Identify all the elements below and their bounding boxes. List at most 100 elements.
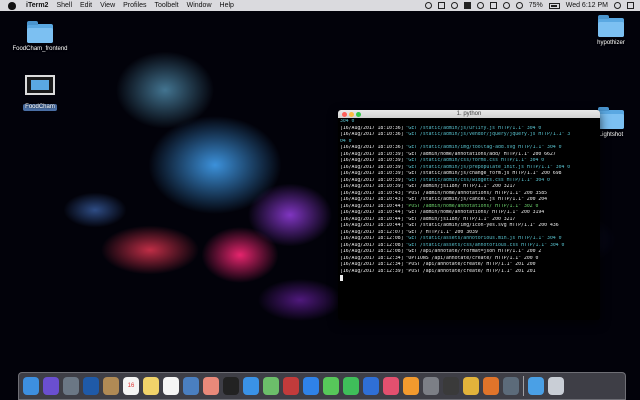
system-preferences-icon[interactable] <box>423 377 439 395</box>
battery-icon[interactable] <box>548 2 560 9</box>
zoom-button[interactable] <box>356 111 361 117</box>
maps-icon[interactable] <box>263 377 279 395</box>
terminal-icon[interactable] <box>223 377 239 395</box>
calendar-icon[interactable]: 16 <box>123 377 139 395</box>
log-request: "GET /static/admin/img/tooltag-add.svg H… <box>405 145 562 150</box>
log-request: "GET /admin/jsi18n/ HTTP/1.1" 200 3217 <box>405 184 516 189</box>
battery-percent[interactable]: 75% <box>529 0 543 11</box>
status-item-icon[interactable] <box>476 2 484 9</box>
photos-icon[interactable] <box>203 377 219 395</box>
launchpad-icon[interactable] <box>63 377 79 395</box>
menu-edit[interactable]: Edit <box>76 0 96 11</box>
log-timestamp: [16/Aug/2017 18:10:39] <box>340 184 404 189</box>
log-timestamp: [16/Aug/2017 18:10:36] <box>340 125 404 131</box>
menu-window[interactable]: Window <box>183 0 216 11</box>
itunes-icon[interactable] <box>383 377 399 395</box>
desktop-item-label: FoodCham <box>23 104 57 111</box>
terminal-window[interactable]: 1. python 304 0 [16/Aug/2017 18:10:36] "GE… <box>338 110 600 320</box>
folder-icon <box>598 15 624 37</box>
log-timestamp: [16/Aug/2017 18:10:44] <box>340 210 404 215</box>
desktop-item-label: FoodCham_frontend <box>12 46 68 52</box>
log-timestamp: [16/Aug/2017 18:10:44] <box>340 216 404 222</box>
log-request: "GET /static/admin/css/forms.css HTTP/1.… <box>405 158 545 163</box>
dock-separator <box>523 376 524 396</box>
desktop-item-foodcham-frontend[interactable]: FoodCham_frontend <box>12 21 68 53</box>
log-timestamp: [16/Aug/2017 18:10:36] <box>340 132 404 137</box>
finder-icon[interactable] <box>23 377 39 395</box>
notes-icon[interactable] <box>143 377 159 395</box>
log-request: "POST /admin/home/annotations/ HTTP/1.1"… <box>405 190 548 196</box>
app-menu[interactable]: iTerm2 <box>22 0 52 11</box>
terminal-title-bar[interactable]: 1. python <box>338 110 600 118</box>
menu-help[interactable]: Help <box>216 0 238 11</box>
folder-icon <box>598 107 624 129</box>
log-timestamp: [16/Aug/2017 18:12:08] <box>340 236 404 241</box>
minimize-button[interactable] <box>349 111 354 117</box>
log-request: "GET /static/admin/js/cancel.js HTTP/1.1… <box>405 197 548 202</box>
app-store-icon[interactable] <box>303 377 319 395</box>
menu-bar: iTerm2 Shell Edit View Profiles Toolbelt… <box>0 0 640 11</box>
log-request: "GET /static/admin/js/urlify.js HTTP/1.1… <box>405 125 542 131</box>
facetime-icon[interactable] <box>343 377 359 395</box>
status-item-icon[interactable] <box>424 2 432 9</box>
close-button[interactable] <box>342 111 347 117</box>
log-request: "GET / HTTP/1.1" 200 3039 <box>405 229 478 235</box>
desktop-item-hypothizer[interactable]: hypothizer <box>583 15 639 47</box>
safari-icon-alt[interactable] <box>83 377 99 395</box>
contacts-icon[interactable] <box>103 377 119 395</box>
menu-toolbelt[interactable]: Toolbelt <box>150 0 182 11</box>
sublime-text-icon[interactable] <box>483 377 499 395</box>
ibooks-icon[interactable] <box>403 377 419 395</box>
log-timestamp: [16/Aug/2017 18:10:39] <box>340 158 404 163</box>
keynote-icon[interactable] <box>363 377 379 395</box>
menu-shell[interactable]: Shell <box>52 0 76 11</box>
safari-icon[interactable] <box>243 377 259 395</box>
downloads-folder-icon[interactable] <box>528 377 544 395</box>
log-request: "POST /admin/home/annotations/ HTTP/1.1"… <box>405 203 539 209</box>
log-timestamp: [16/Aug/2017 18:12:07] <box>340 229 404 235</box>
airplay-icon[interactable] <box>489 2 497 9</box>
log-request: "GET /admin/home/annotations/add/ HTTP/1… <box>405 151 556 157</box>
text-cursor <box>340 275 343 281</box>
log-request: "OPTIONS /api/annotate/create/ HTTP/1.1"… <box>405 255 539 261</box>
utility-icon[interactable] <box>503 377 519 395</box>
log-timestamp: [16/Aug/2017 18:10:39] <box>340 171 404 176</box>
photo-booth-icon[interactable] <box>283 377 299 395</box>
dock: 16 <box>18 372 626 400</box>
log-request: "GET /static/admin/css/widgets.css HTTP/… <box>405 177 550 183</box>
status-item-icon[interactable] <box>437 2 445 9</box>
log-timestamp: [16/Aug/2017 18:12:34] <box>340 255 404 261</box>
apple-menu-icon[interactable] <box>8 1 16 10</box>
notification-center-icon[interactable] <box>627 2 634 9</box>
siri-icon[interactable] <box>43 377 59 395</box>
reminders-icon[interactable] <box>163 377 179 395</box>
wifi-icon[interactable] <box>502 2 510 9</box>
status-item-icon[interactable] <box>463 2 471 9</box>
prompt-line[interactable] <box>340 275 600 282</box>
log-request: "GET /static/assets/annotorious.min.js H… <box>405 236 562 241</box>
volume-icon[interactable] <box>515 2 523 9</box>
chrome-icon[interactable] <box>463 377 479 395</box>
log-timestamp: [16/Aug/2017 18:12:39] <box>340 268 404 274</box>
menu-view[interactable]: View <box>96 0 119 11</box>
log-timestamp: [16/Aug/2017 18:12:08] <box>340 242 404 248</box>
folder-icon <box>27 21 53 43</box>
status-area: 75% Wed 6:12 PM <box>424 0 634 11</box>
log-timestamp: [16/Aug/2017 18:10:39] <box>340 164 404 170</box>
status-item-icon[interactable] <box>450 2 458 9</box>
desktop-item-foodcham[interactable]: FoodCham <box>12 75 68 113</box>
messages-icon[interactable] <box>323 377 339 395</box>
menu-profiles[interactable]: Profiles <box>119 0 150 11</box>
log-request: "GET /static/admin/img/icon-yes.svg HTTP… <box>405 223 559 228</box>
spotlight-icon[interactable] <box>614 2 621 9</box>
trash-icon[interactable] <box>548 377 564 395</box>
log-timestamp: [16/Aug/2017 18:12:34] <box>340 262 404 267</box>
terminal-output[interactable]: 304 0 [16/Aug/2017 18:10:36] "GET /static/… <box>338 118 600 282</box>
log-request: "GET /static/admin/js/vendor/jquery/jque… <box>405 132 571 137</box>
log-timestamp: [16/Aug/2017 18:12:08] <box>340 249 404 254</box>
menubar-clock[interactable]: Wed 6:12 PM <box>566 0 608 11</box>
log-request: 304 0 <box>340 119 355 124</box>
activity-monitor-icon[interactable] <box>443 377 459 395</box>
preview-icon[interactable] <box>183 377 199 395</box>
log-request: "GET /admin/home/annotations/ HTTP/1.1" … <box>405 210 545 215</box>
